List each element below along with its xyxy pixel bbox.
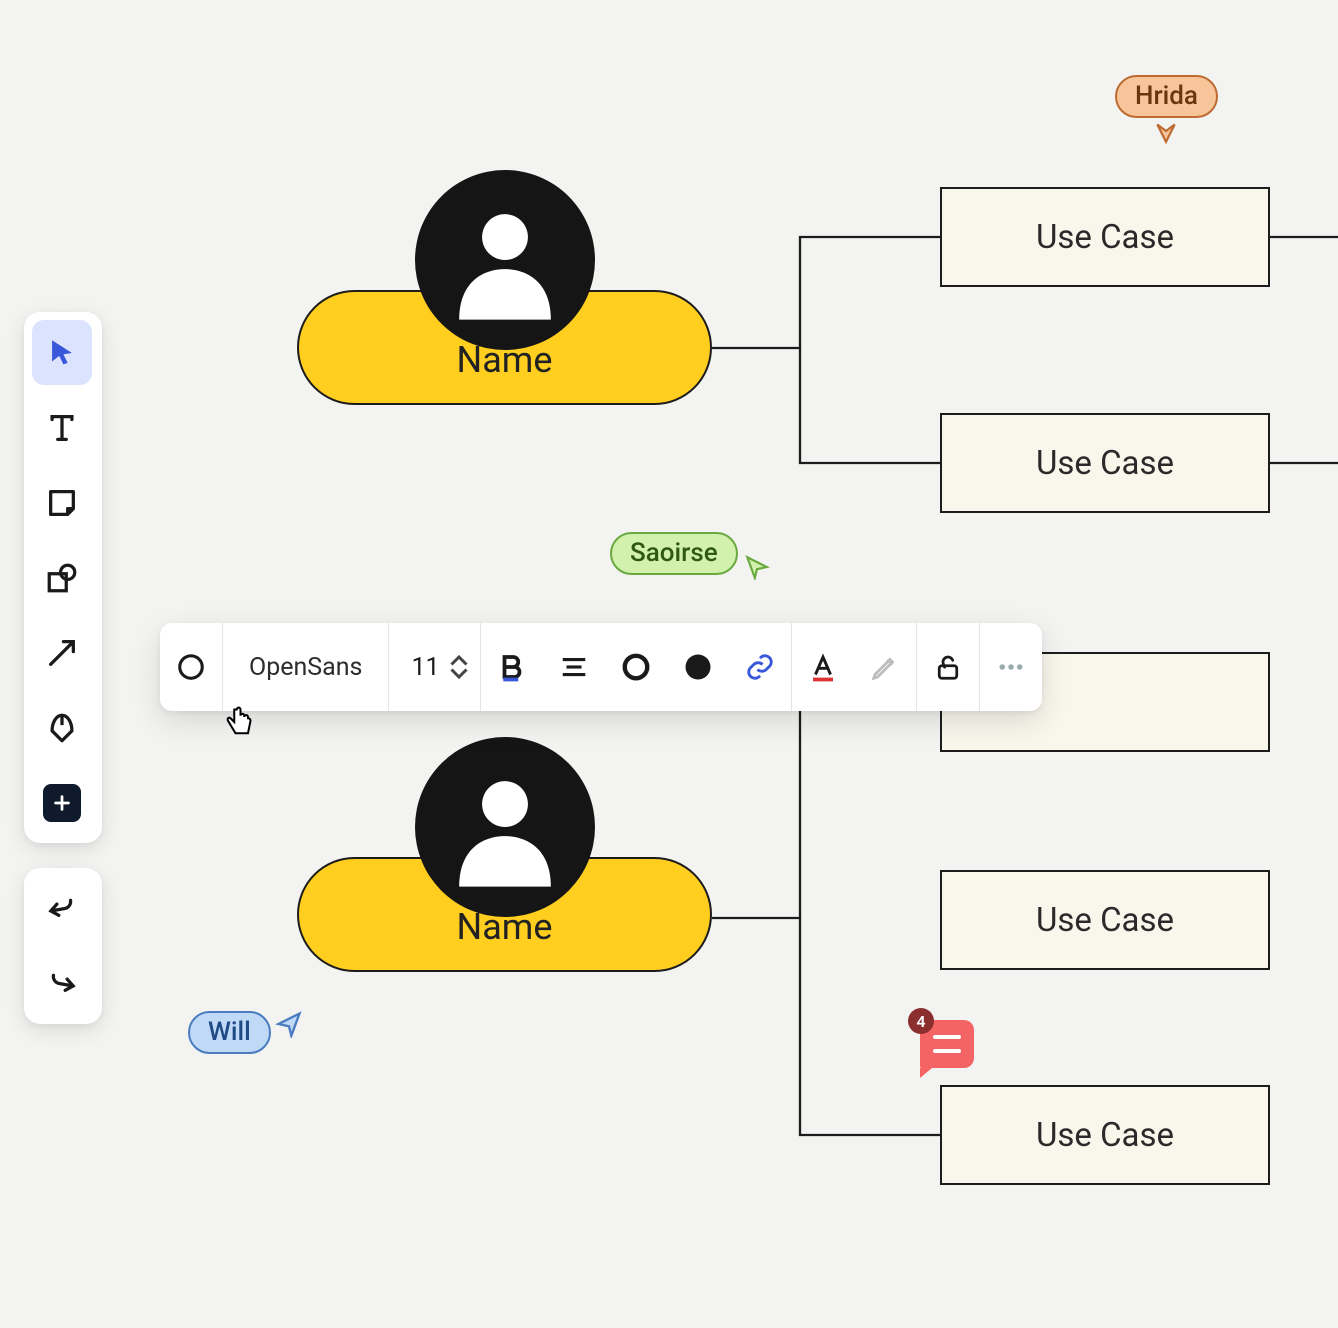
highlight-button[interactable] — [854, 623, 916, 711]
collaborator-cursor-will: Will — [188, 1010, 303, 1054]
pencil-icon — [870, 652, 900, 682]
unlock-icon — [933, 652, 963, 682]
comment-count-badge: 4 — [908, 1008, 934, 1034]
format-toolbar[interactable]: OpenSans 11 — [160, 623, 1042, 711]
undo-button[interactable] — [32, 876, 92, 941]
shape-type-selector[interactable] — [160, 623, 222, 711]
font-family-selector[interactable]: OpenSans — [223, 623, 388, 711]
collaborator-cursor-saoirse: Saoirse — [610, 532, 770, 580]
text-tool[interactable] — [32, 395, 92, 460]
actor-avatar-circle — [415, 170, 595, 350]
diagram-canvas[interactable]: Use Case Use Case Use Case Use Case Name… — [0, 0, 1338, 1328]
comment-lines-icon — [933, 1035, 961, 1053]
comment-thread[interactable]: 4 — [920, 1020, 974, 1068]
usecase-label: Use Case — [1036, 1116, 1174, 1155]
arrow-icon — [45, 636, 79, 670]
font-family-label: OpenSans — [249, 653, 362, 682]
align-center-icon — [559, 652, 589, 682]
lock-button[interactable] — [917, 623, 979, 711]
usecase-label: Use Case — [1036, 901, 1174, 940]
collaborator-name: Will — [188, 1011, 271, 1054]
font-size-selector[interactable]: 11 — [389, 623, 479, 711]
redo-icon — [45, 967, 79, 1001]
align-button[interactable] — [543, 623, 605, 711]
shapes-tool[interactable] — [32, 545, 92, 610]
font-size-value: 11 — [411, 653, 439, 682]
bold-button[interactable] — [481, 623, 543, 711]
circle-outline-icon — [621, 652, 651, 682]
circle-filled-icon — [683, 652, 713, 682]
redo-button[interactable] — [32, 951, 92, 1016]
person-icon — [450, 767, 560, 887]
collaborator-name: Saoirse — [610, 532, 738, 575]
usecase-label: Use Case — [1036, 218, 1174, 257]
tool-group-history — [24, 868, 102, 1024]
usecase-box[interactable]: Use Case — [940, 870, 1270, 970]
plus-icon — [51, 792, 73, 814]
usecase-label: Use Case — [1036, 444, 1174, 483]
text-icon — [45, 411, 79, 445]
shapes-icon — [45, 561, 79, 595]
stepper-down-icon[interactable] — [450, 667, 468, 681]
cursor-arrow-icon — [275, 1010, 303, 1038]
more-options-button[interactable] — [980, 623, 1042, 711]
pen-icon — [45, 711, 79, 745]
cursor-arrow-icon — [744, 554, 770, 580]
actor-avatar-circle — [415, 737, 595, 917]
stepper-up-icon[interactable] — [450, 653, 468, 667]
text-color-button[interactable] — [792, 623, 854, 711]
select-tool[interactable] — [32, 320, 92, 385]
link-icon — [745, 652, 775, 682]
cursor-icon — [45, 336, 79, 370]
text-color-icon — [808, 652, 838, 682]
collaborator-name: Hrida — [1115, 75, 1218, 118]
circle-outline-icon — [176, 652, 206, 682]
pen-tool[interactable] — [32, 695, 92, 760]
arrow-tool[interactable] — [32, 620, 92, 685]
fill-color-button[interactable] — [667, 623, 729, 711]
sticky-note-icon — [45, 486, 79, 520]
plus-tile — [43, 784, 81, 822]
undo-icon — [45, 892, 79, 926]
ellipsis-icon — [996, 652, 1026, 682]
left-toolbar — [24, 312, 102, 1024]
sticky-note-tool[interactable] — [32, 470, 92, 535]
link-button[interactable] — [729, 623, 791, 711]
stroke-color-button[interactable] — [605, 623, 667, 711]
usecase-box[interactable]: Use Case — [940, 413, 1270, 513]
person-icon — [450, 200, 560, 320]
cursor-arrow-icon — [1153, 118, 1179, 144]
add-tool[interactable] — [32, 770, 92, 835]
hand-cursor-icon — [218, 702, 258, 746]
usecase-box[interactable]: Use Case — [940, 187, 1270, 287]
tool-group-main — [24, 312, 102, 843]
usecase-box[interactable]: Use Case — [940, 1085, 1270, 1185]
collaborator-cursor-hrida: Hrida — [1115, 75, 1218, 144]
bold-icon — [497, 652, 527, 682]
